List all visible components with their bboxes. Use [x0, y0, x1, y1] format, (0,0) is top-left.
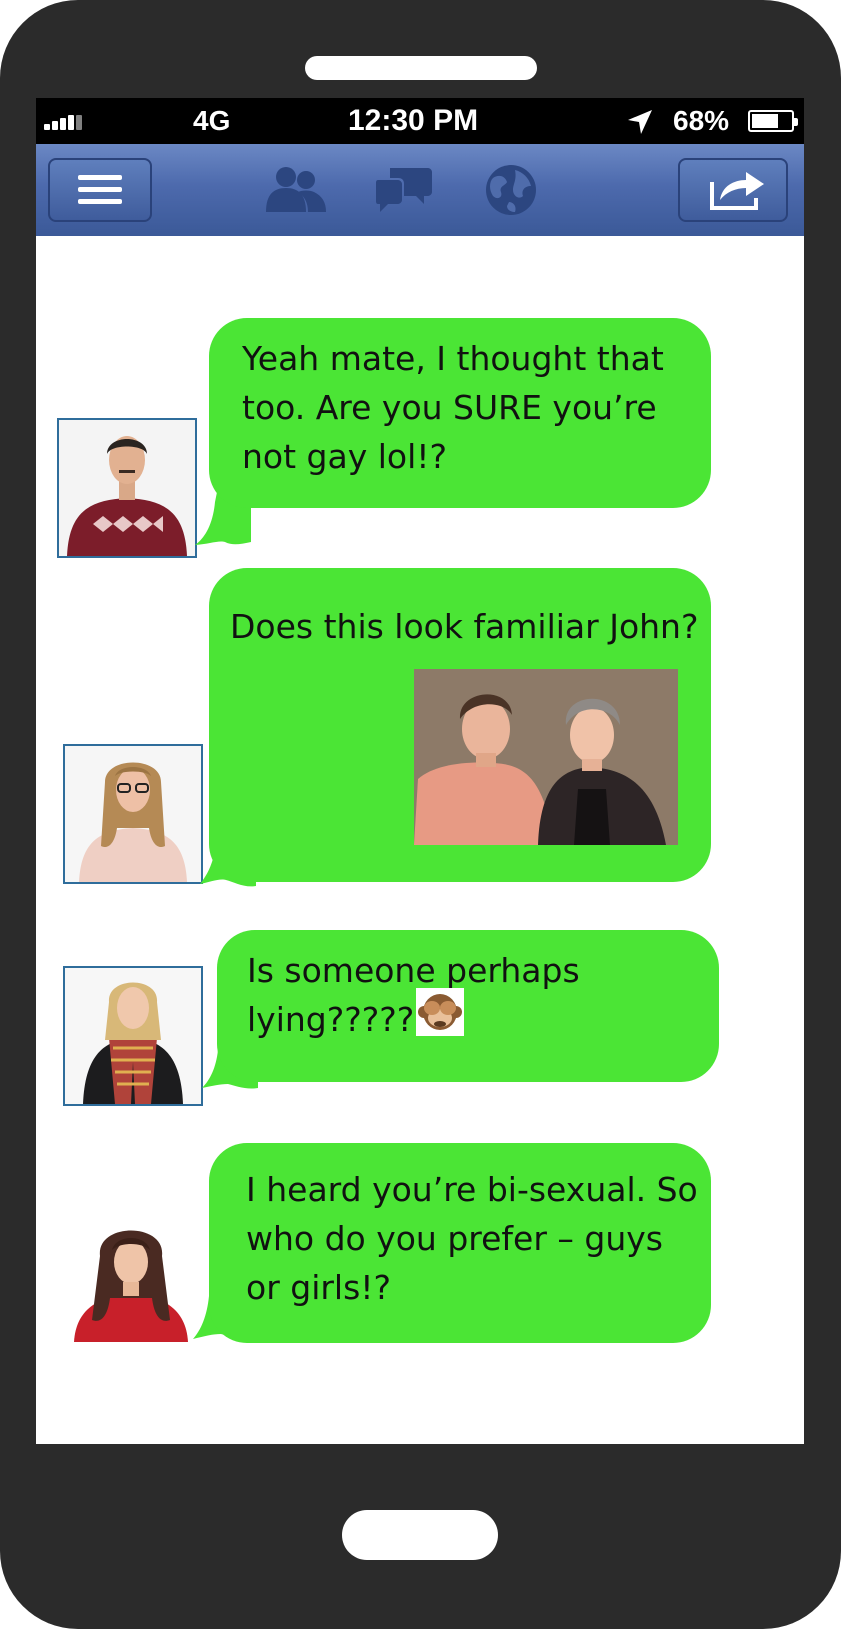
clock-time: 12:30 PM — [348, 104, 479, 137]
menu-icon — [78, 175, 122, 204]
avatar-woman-red-top — [66, 1216, 196, 1346]
phone-screen: 4G 12:30 PM 68% Yeah mate, I thought tha… — [36, 98, 804, 1444]
message-text: Is someone perhaps lying????? — [247, 951, 580, 1039]
battery-level-fill — [752, 114, 778, 128]
location-arrow-icon — [628, 110, 652, 134]
phone-speaker — [305, 56, 537, 80]
status-bar: 4G 12:30 PM 68% — [36, 98, 804, 144]
photo-attachment[interactable] — [414, 669, 678, 845]
photo-two-young-men — [414, 669, 678, 845]
avatar-woman-plaid-scarf — [65, 968, 201, 1104]
messages-icon[interactable] — [374, 164, 434, 216]
home-button[interactable] — [342, 1510, 498, 1560]
share-icon — [710, 172, 764, 210]
share-button[interactable] — [678, 158, 788, 222]
menu-button[interactable] — [48, 158, 152, 222]
avatar-woman-glasses — [65, 746, 201, 882]
battery-percentage: 68% — [673, 105, 730, 136]
carrier-label: 4G — [193, 105, 231, 136]
globe-icon[interactable] — [483, 164, 539, 220]
phone-frame: 4G 12:30 PM 68% Yeah mate, I thought tha… — [0, 0, 841, 1629]
message-text: I heard you’re bi-sexual. So who do you … — [246, 1170, 698, 1307]
chat-thread: Yeah mate, I thought that too. Are you S… — [36, 236, 804, 1444]
avatar[interactable] — [63, 966, 203, 1106]
friends-icon[interactable] — [264, 164, 328, 216]
see-no-evil-monkey-icon — [416, 988, 464, 1036]
message-text: Does this look familiar John? — [230, 607, 699, 646]
avatar[interactable] — [57, 418, 197, 558]
avatar[interactable] — [66, 1216, 196, 1346]
battery-icon — [748, 110, 798, 132]
nav-bar — [36, 144, 804, 236]
avatar-man-red-sweater — [59, 420, 195, 556]
signal-strength-icon — [44, 112, 82, 130]
message-text: Yeah mate, I thought that too. Are you S… — [242, 339, 664, 476]
avatar[interactable] — [63, 744, 203, 884]
